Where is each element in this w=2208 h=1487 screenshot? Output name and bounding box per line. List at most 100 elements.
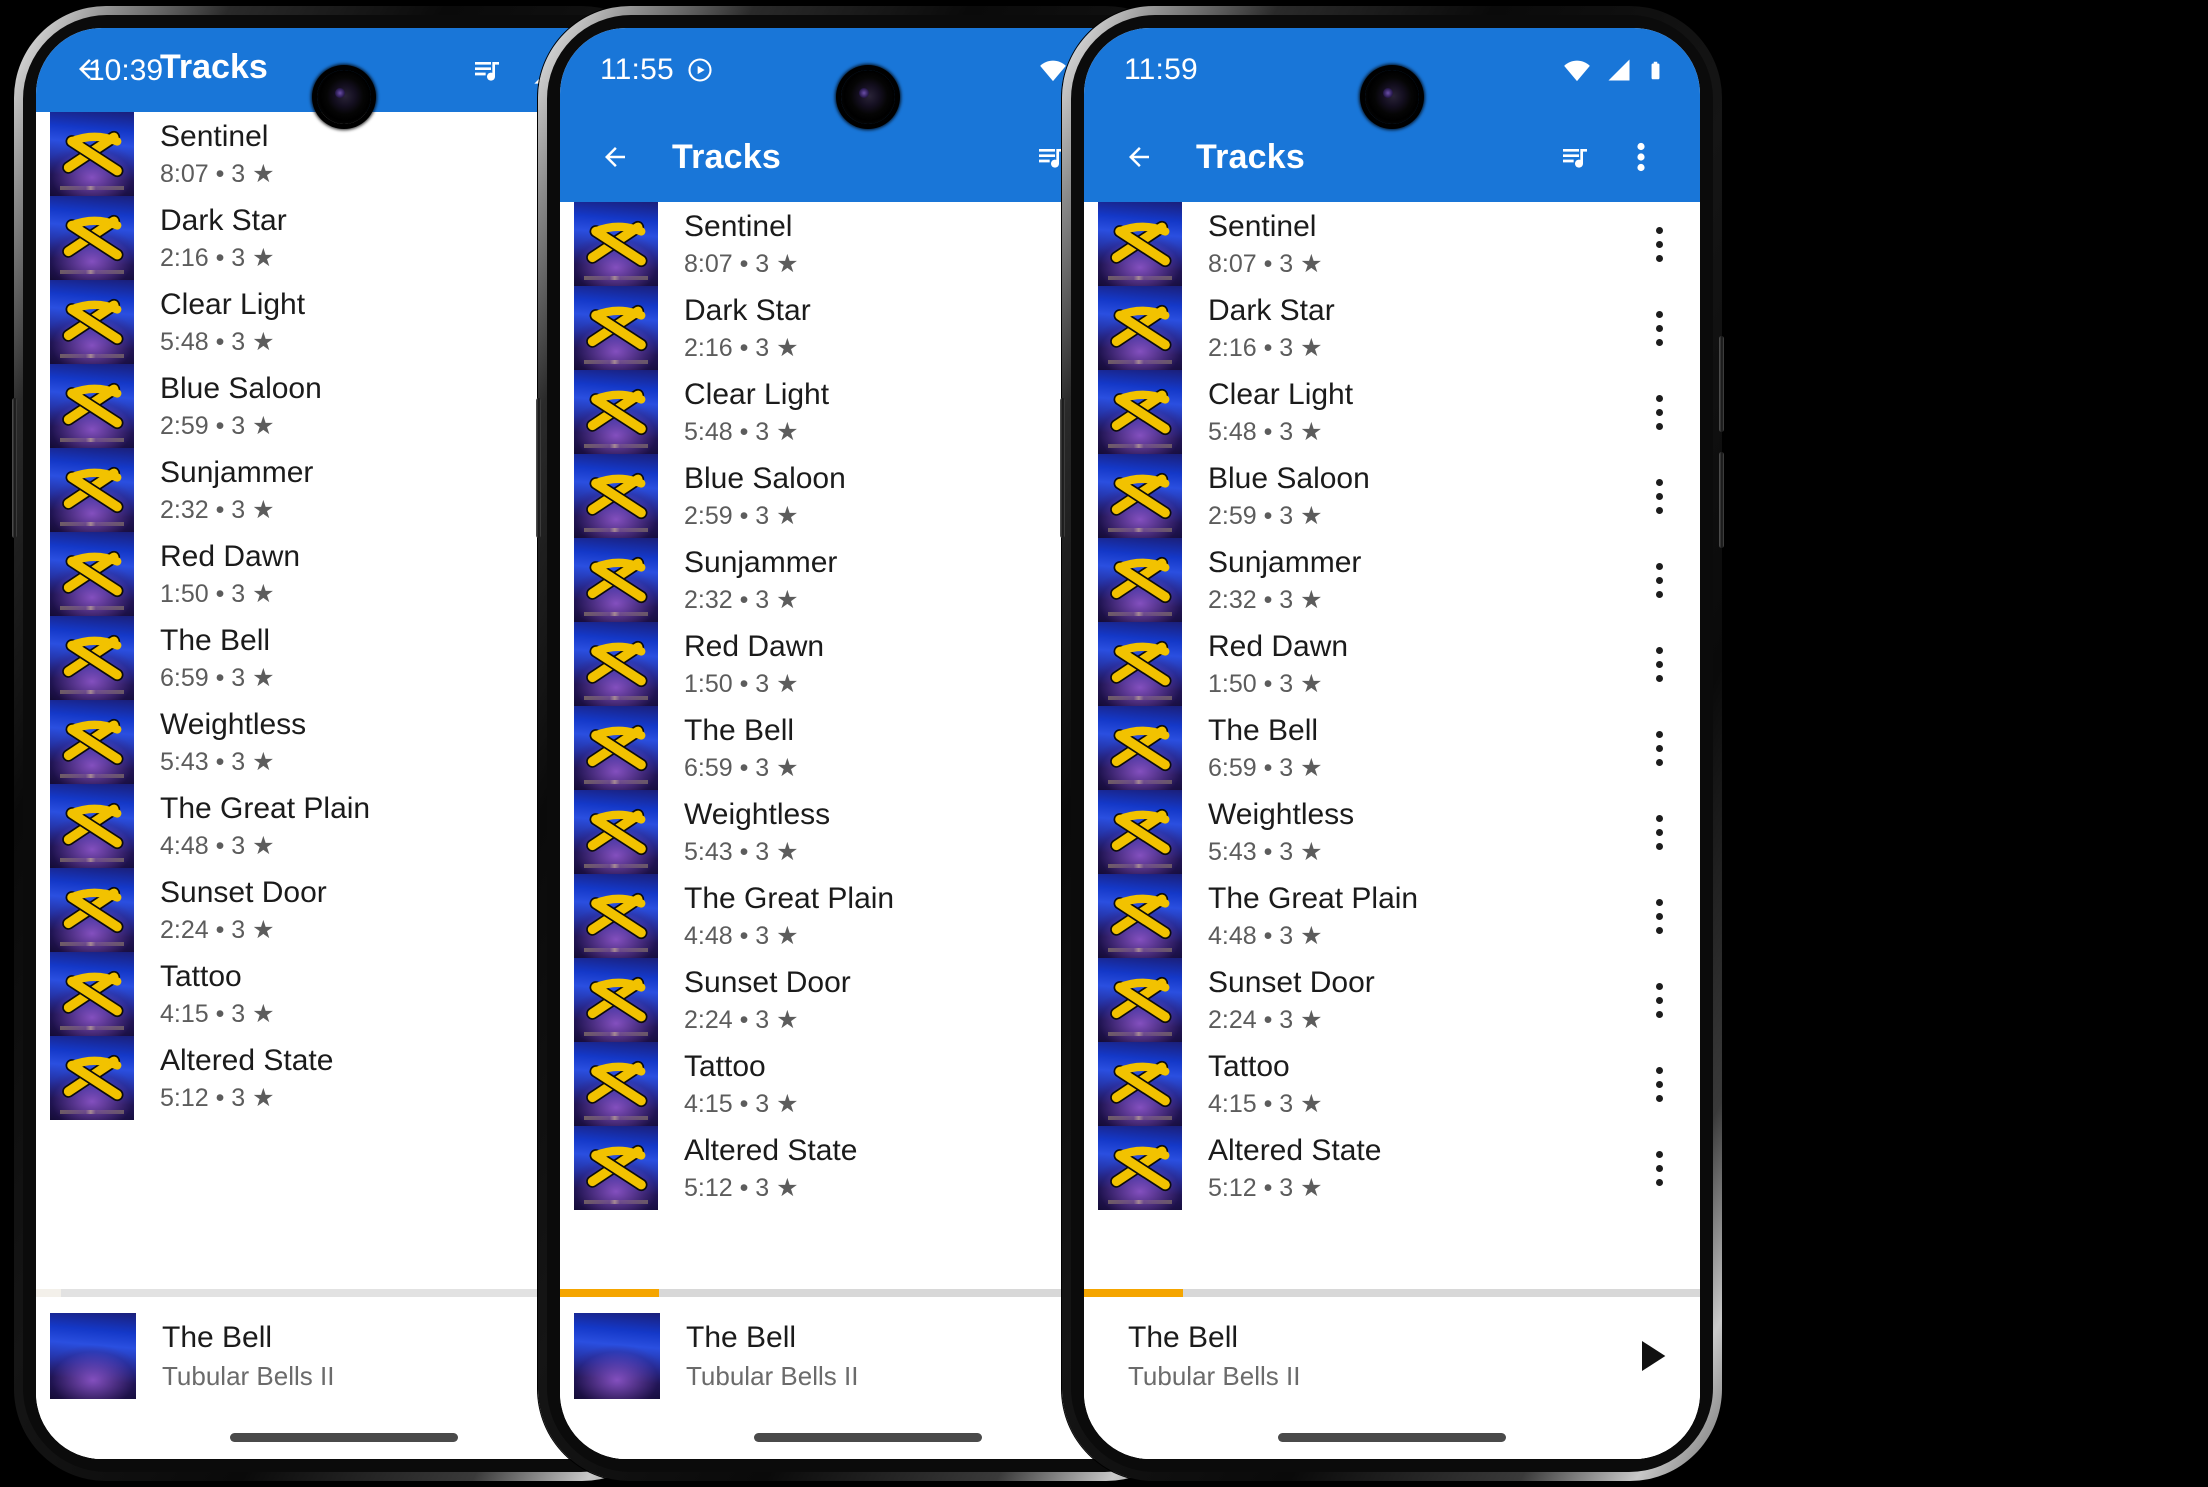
signal-cellular-icon	[1608, 59, 1630, 81]
track-subtitle: 2:32 • 3 ★	[160, 496, 275, 525]
track-title: Clear Light	[684, 377, 830, 411]
mini-player-artist-1: Tubular Bells II	[162, 1360, 335, 1391]
album-art	[574, 286, 658, 370]
track-list-3[interactable]: Sentinel 8:07 • 3 ★ Dark Star 2:16 • 3 ★ Cle…	[1084, 202, 1700, 1298]
track-overflow-icon[interactable]	[1630, 478, 1688, 514]
track-title: Tattoo	[1208, 1049, 1290, 1083]
volume-up-button[interactable]	[1719, 336, 1724, 432]
table-row[interactable]: Sunset Door 2:24 • 3 ★	[1084, 958, 1700, 1042]
track-overflow-icon[interactable]	[1630, 730, 1688, 766]
back-icon[interactable]	[1110, 128, 1168, 186]
album-art	[574, 958, 658, 1042]
track-title: The Great Plain	[684, 881, 895, 915]
table-row[interactable]: Sunjammer 2:32 • 3 ★	[1084, 538, 1700, 622]
table-row[interactable]: The Bell 6:59 • 3 ★	[1084, 706, 1700, 790]
front-camera-punch-hole	[1365, 70, 1419, 124]
progress-fill	[1084, 1289, 1183, 1297]
queue-music-icon[interactable]	[468, 54, 506, 91]
album-art	[1098, 202, 1182, 286]
track-overflow-icon[interactable]	[1630, 646, 1688, 682]
track-title: Red Dawn	[160, 539, 301, 573]
album-art	[50, 196, 134, 280]
track-overflow-icon[interactable]	[1630, 562, 1688, 598]
page-title-2: Tracks	[672, 137, 781, 176]
table-row[interactable]: Altered State 5:12 • 3 ★	[1084, 1126, 1700, 1210]
track-meta: The Bell 6:59 • 3 ★	[134, 623, 582, 693]
track-meta: Tattoo 4:15 • 3 ★	[1182, 1049, 1630, 1119]
mini-player-row-3[interactable]: The Bell Tubular Bells II	[1084, 1297, 1700, 1415]
table-row[interactable]: Clear Light 5:48 • 3 ★	[1084, 370, 1700, 454]
phone-3: 11:59 Tracks Sentinel 8:07 • 3 ★ Dark St…	[1060, 6, 1724, 1481]
track-title: The Great Plain	[1208, 881, 1419, 915]
track-overflow-icon[interactable]	[1630, 310, 1688, 346]
track-meta: Blue Saloon 2:59 • 3 ★	[1182, 461, 1630, 531]
album-art	[50, 280, 134, 364]
table-row[interactable]: Blue Saloon 2:59 • 3 ★	[1084, 454, 1700, 538]
track-title: Clear Light	[160, 287, 306, 321]
table-row[interactable]: Dark Star 2:16 • 3 ★	[1084, 286, 1700, 370]
track-title: Blue Saloon	[160, 371, 322, 405]
track-meta: Sentinel 8:07 • 3 ★	[1182, 209, 1630, 279]
track-meta: Red Dawn 1:50 • 3 ★	[1182, 629, 1630, 699]
home-pill[interactable]	[230, 1432, 458, 1442]
table-row[interactable]: Tattoo 4:15 • 3 ★	[1084, 1042, 1700, 1126]
gesture-nav-bar-3[interactable]	[1084, 1415, 1700, 1459]
page-title-3: Tracks	[1196, 137, 1305, 176]
home-pill[interactable]	[1278, 1432, 1506, 1442]
volume-down-button[interactable]	[1719, 452, 1724, 548]
track-meta: The Great Plain 4:48 • 3 ★	[134, 791, 582, 861]
album-art	[50, 364, 134, 448]
mini-player-text-1: The Bell Tubular Bells II	[136, 1321, 556, 1392]
track-subtitle: 6:59 • 3 ★	[160, 664, 275, 693]
mini-player-3[interactable]: The Bell Tubular Bells II	[1084, 1289, 1700, 1459]
album-art	[574, 1126, 658, 1210]
home-pill[interactable]	[754, 1432, 982, 1442]
back-icon[interactable]	[586, 128, 644, 186]
album-art	[50, 1036, 134, 1120]
play-button-3[interactable]	[1604, 1334, 1700, 1378]
track-title: Blue Saloon	[1208, 461, 1370, 495]
mini-player-text-2: The Bell Tubular Bells II	[660, 1321, 1080, 1392]
track-overflow-icon[interactable]	[1630, 226, 1688, 262]
album-art	[574, 1042, 658, 1126]
track-overflow-icon[interactable]	[1630, 814, 1688, 850]
table-row[interactable]: Weightless 5:43 • 3 ★	[1084, 790, 1700, 874]
track-title: Dark Star	[160, 203, 287, 237]
track-meta: Sentinel 8:07 • 3 ★	[658, 209, 1106, 279]
track-title: Altered State	[160, 1043, 334, 1077]
album-art	[1098, 874, 1182, 958]
track-overflow-icon[interactable]	[1630, 394, 1688, 430]
battery-icon	[1651, 61, 1660, 79]
track-overflow-icon[interactable]	[1630, 898, 1688, 934]
track-subtitle: 5:48 • 3 ★	[684, 418, 799, 447]
track-meta: Weightless 5:43 • 3 ★	[1182, 797, 1630, 867]
track-subtitle: 5:12 • 3 ★	[684, 1174, 799, 1203]
table-row[interactable]: Red Dawn 1:50 • 3 ★	[1084, 622, 1700, 706]
track-title: The Bell	[684, 713, 795, 747]
table-row[interactable]: The Great Plain 4:48 • 3 ★	[1084, 874, 1700, 958]
overflow-menu-icon-3[interactable]	[1612, 128, 1670, 186]
album-art	[50, 532, 134, 616]
power-button[interactable]	[1060, 398, 1065, 538]
status-icons-3	[1561, 55, 1666, 86]
play-circle-outline-icon	[688, 58, 712, 82]
queue-music-icon[interactable]	[1546, 128, 1604, 186]
power-button[interactable]	[12, 398, 17, 538]
app-bar-3: Tracks	[1084, 112, 1700, 202]
track-title: Red Dawn	[684, 629, 825, 663]
track-overflow-icon[interactable]	[1630, 1150, 1688, 1186]
table-row[interactable]: Sentinel 8:07 • 3 ★	[1084, 202, 1700, 286]
status-time-3: 11:59	[1124, 53, 1198, 86]
album-art	[574, 454, 658, 538]
track-overflow-icon[interactable]	[1630, 1066, 1688, 1102]
mini-player-artist-2: Tubular Bells II	[686, 1360, 859, 1391]
playback-progress-3[interactable]	[1084, 1289, 1700, 1297]
power-button[interactable]	[536, 398, 541, 538]
track-subtitle: 6:59 • 3 ★	[684, 754, 799, 783]
track-subtitle: 2:59 • 3 ★	[1208, 502, 1323, 531]
progress-fill	[560, 1289, 659, 1297]
track-overflow-icon[interactable]	[1630, 982, 1688, 1018]
track-subtitle: 2:59 • 3 ★	[684, 502, 799, 531]
track-subtitle: 1:50 • 3 ★	[1208, 670, 1323, 699]
track-subtitle: 2:24 • 3 ★	[160, 916, 275, 945]
